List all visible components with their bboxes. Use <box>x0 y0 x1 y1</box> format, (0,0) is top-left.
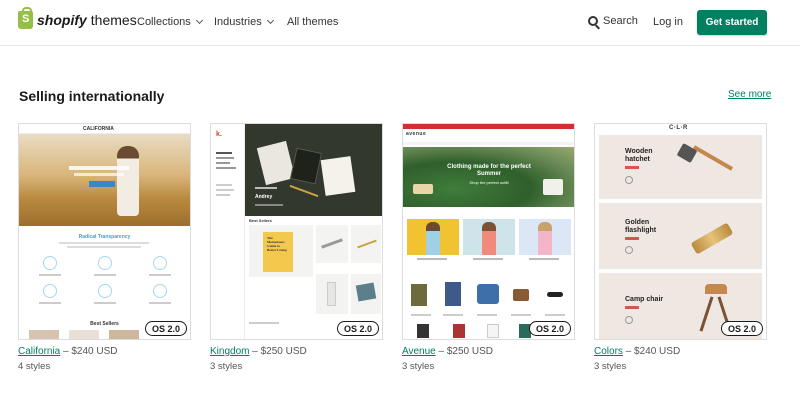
see-more-link[interactable]: See more <box>728 89 771 100</box>
theme-preview-california[interactable]: CALIFORNIA Radical Transparency Best Sel… <box>18 123 191 340</box>
shopify-themes-logo[interactable]: shopify themes <box>18 7 137 29</box>
os2-badge: OS 2.0 <box>720 321 763 336</box>
preview-panel <box>599 135 762 199</box>
preview-logo: CALIFORNIA <box>83 126 114 132</box>
theme-card-colors: C·L·R Wooden hatchet Golden flashlight C… <box>594 123 767 372</box>
section-title: Selling internationally <box>19 88 165 104</box>
theme-meta: Avenue – $250 USD <box>402 346 575 357</box>
theme-card-kingdom: k. Andrey Best Sellers The Momentous Gui… <box>210 123 383 372</box>
nav-all-themes-label: All themes <box>287 16 339 28</box>
theme-price: – $240 USD <box>622 346 681 357</box>
theme-name-link[interactable]: Kingdom <box>210 346 249 357</box>
theme-meta: Kingdom – $250 USD <box>210 346 383 357</box>
preview-hero-text: Clothing made for the perfect Summer <box>447 164 531 178</box>
theme-meta: California – $240 USD <box>18 346 191 357</box>
theme-name-link[interactable]: Colors <box>594 346 623 357</box>
theme-styles-count: 3 styles <box>594 361 627 372</box>
theme-name-link[interactable]: California <box>18 346 60 357</box>
theme-name-link[interactable]: Avenue <box>402 346 436 357</box>
preview-hero-sub: Shop the perfect outfit <box>469 180 509 185</box>
nav-collections[interactable]: Collections <box>137 16 203 28</box>
nav-industries[interactable]: Industries <box>214 16 274 28</box>
search-icon <box>588 16 598 26</box>
nav-all-themes[interactable]: All themes <box>287 16 338 28</box>
theme-card-avenue: avenue Clothing made for the perfect Sum… <box>402 123 575 372</box>
theme-preview-kingdom[interactable]: k. Andrey Best Sellers The Momentous Gui… <box>210 123 383 340</box>
preview-logo: C·L·R <box>669 125 688 131</box>
theme-styles-count: 3 styles <box>402 361 435 372</box>
search-button[interactable]: Search <box>588 15 638 27</box>
shopify-bag-icon <box>18 7 33 29</box>
theme-preview-colors[interactable]: C·L·R Wooden hatchet Golden flashlight C… <box>594 123 767 340</box>
preview-product-name: Andrey <box>255 194 273 200</box>
logo-brand: shopify <box>37 12 87 28</box>
theme-price: – $250 USD <box>435 346 494 357</box>
preview-product-1: Wooden hatchet <box>625 148 653 163</box>
preview-product-3: Camp chair <box>625 296 664 303</box>
preview-book: The Momentous Guide to Better Living <box>263 232 293 272</box>
os2-badge: OS 2.0 <box>528 321 571 336</box>
theme-styles-count: 4 styles <box>18 361 51 372</box>
os2-badge: OS 2.0 <box>144 321 187 336</box>
get-started-button[interactable]: Get started <box>697 10 767 35</box>
chevron-down-icon <box>266 16 274 25</box>
model-figure <box>117 146 139 216</box>
preview-panel <box>599 203 762 269</box>
logo-suffix: themes <box>90 12 137 28</box>
os2-badge: OS 2.0 <box>336 321 379 336</box>
nav-industries-label: Industries <box>214 16 262 28</box>
preview-section-heading: Radical Transparency <box>78 234 131 240</box>
hero-image <box>19 134 190 226</box>
preview-logo: k. <box>216 131 222 138</box>
search-label: Search <box>603 15 638 27</box>
theme-price: – $250 USD <box>249 346 307 357</box>
preview-list-heading: Best Sellers <box>249 218 272 223</box>
theme-preview-avenue[interactable]: avenue Clothing made for the perfect Sum… <box>402 123 575 340</box>
chevron-down-icon <box>195 16 203 25</box>
theme-styles-count: 3 styles <box>210 361 243 372</box>
preview-product-2: Golden flashlight <box>625 219 657 234</box>
theme-card-california: CALIFORNIA Radical Transparency Best Sel… <box>18 123 191 372</box>
theme-meta: Colors – $240 USD <box>594 346 767 357</box>
theme-price: – $240 USD <box>60 346 118 357</box>
nav-collections-label: Collections <box>137 16 191 28</box>
top-header: shopify themes Collections Industries Al… <box>0 0 800 46</box>
login-link[interactable]: Log in <box>653 16 683 28</box>
preview-logo: avenue <box>406 131 427 137</box>
